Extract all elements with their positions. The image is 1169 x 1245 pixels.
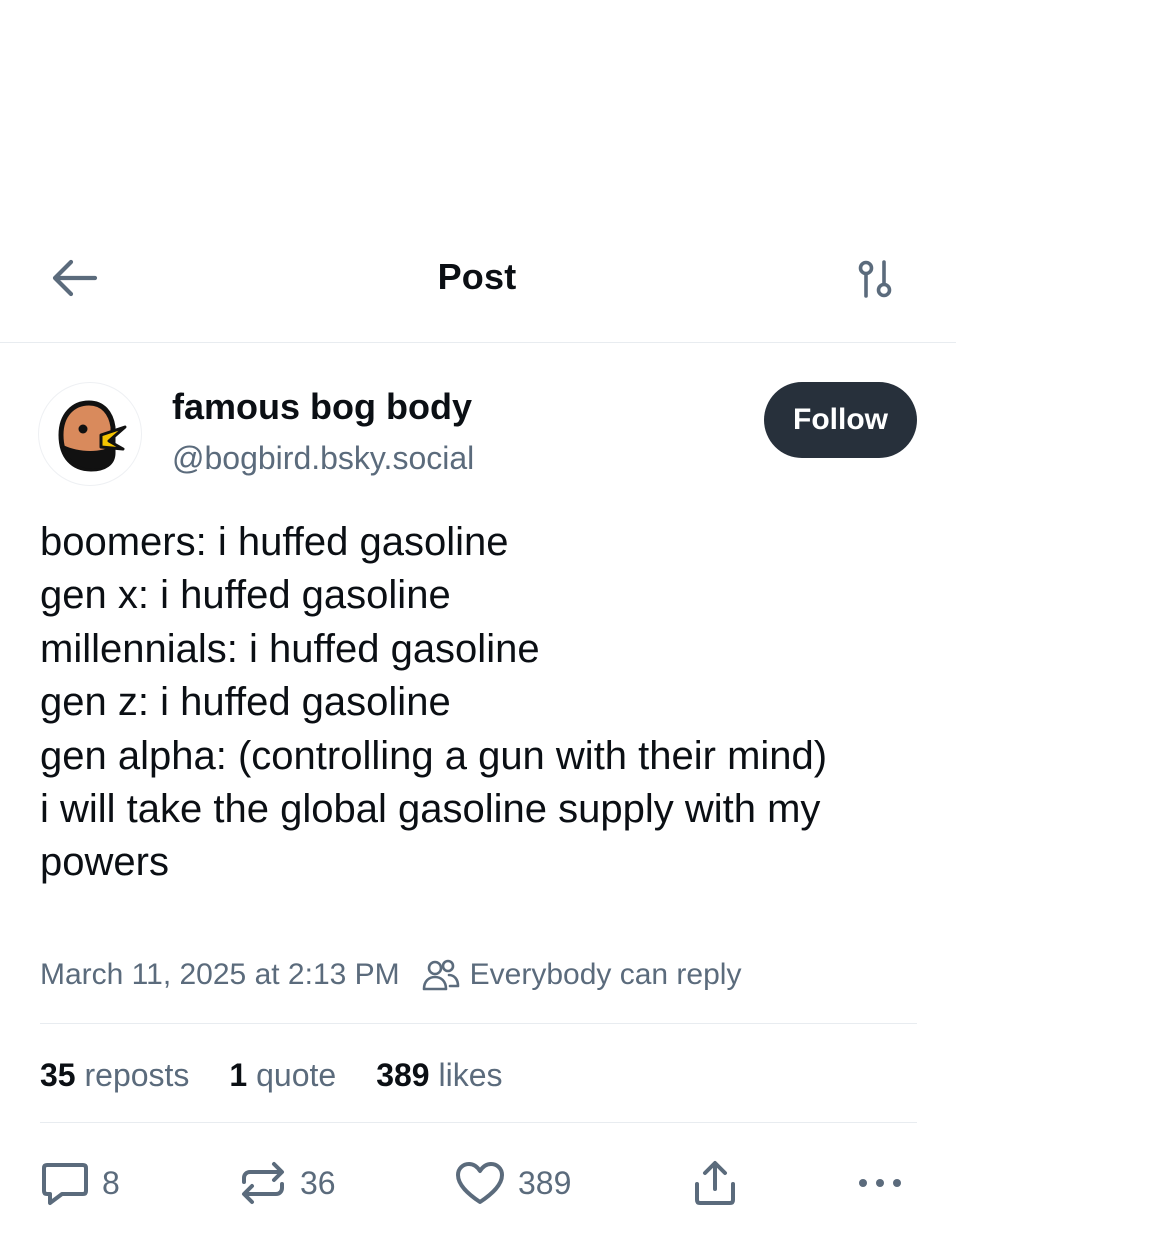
post-text-line: powers [40, 840, 169, 885]
reposts-count: 35 [40, 1056, 76, 1093]
post-stats: 35 reposts 1 quote 389 likes [40, 1052, 542, 1098]
reposts-label: reposts [84, 1056, 190, 1093]
quotes-label: quote [256, 1056, 337, 1093]
share-icon [695, 1161, 735, 1205]
quotes-stat[interactable]: 1 quote [229, 1057, 336, 1094]
post-text-line: gen x: i huffed gasoline [40, 573, 451, 618]
reply-setting-label: Everybody can reply [469, 958, 742, 991]
page-title: Post [437, 256, 517, 297]
likes-label: likes [438, 1056, 503, 1093]
post-timestamp: March 11, 2025 at 2:13 PM [40, 958, 400, 991]
divider [40, 1122, 917, 1123]
like-count: 389 [518, 1164, 572, 1201]
ellipsis-icon [859, 1179, 901, 1187]
comment-icon [42, 1163, 88, 1205]
author-display-name[interactable]: famous bog body [172, 386, 472, 428]
post-author: famous bog body @bogbird.bsky.social Fol… [0, 380, 956, 490]
thread-settings-button[interactable] [846, 254, 906, 304]
post-text: boomers: i huffed gasoline gen x: i huff… [40, 516, 920, 890]
divider [40, 1023, 917, 1024]
likes-stat[interactable]: 389 likes [376, 1057, 502, 1094]
top-bar: Post [0, 240, 956, 343]
repost-button[interactable]: 36 [238, 1150, 336, 1216]
post-actions: 8 36 389 [0, 1150, 956, 1216]
post-screen: Post famous bog body @bogbird.bsky.socia… [0, 0, 956, 1245]
reply-count: 8 [102, 1164, 120, 1201]
avatar[interactable] [38, 382, 142, 486]
post-text-line: i will take the global gasoline supply w… [40, 787, 821, 832]
reply-setting[interactable]: Everybody can reply [422, 958, 742, 992]
post-meta: March 11, 2025 at 2:13 PM Everybody can … [40, 952, 741, 998]
people-icon [422, 959, 459, 991]
sliders-icon [858, 260, 892, 298]
post-text-line: millennials: i huffed gasoline [40, 626, 540, 671]
quotes-count: 1 [229, 1056, 248, 1093]
post-text-line: gen z: i huffed gasoline [40, 680, 451, 725]
bog-bird-avatar-icon [58, 400, 127, 472]
reply-button[interactable]: 8 [40, 1150, 120, 1216]
likes-count: 389 [376, 1056, 430, 1093]
share-button[interactable] [690, 1150, 752, 1216]
more-options-button[interactable] [855, 1150, 917, 1216]
post-text-line: gen alpha: (controlling a gun with their… [40, 733, 828, 778]
repost-count: 36 [300, 1164, 336, 1201]
follow-button[interactable]: Follow [764, 382, 917, 458]
post-text-line: boomers: i huffed gasoline [40, 520, 509, 564]
repost-icon [242, 1162, 284, 1204]
like-button[interactable]: 389 [454, 1150, 571, 1216]
heart-icon [456, 1162, 504, 1204]
author-handle[interactable]: @bogbird.bsky.social [172, 440, 474, 477]
reposts-stat[interactable]: 35 reposts [40, 1057, 189, 1094]
